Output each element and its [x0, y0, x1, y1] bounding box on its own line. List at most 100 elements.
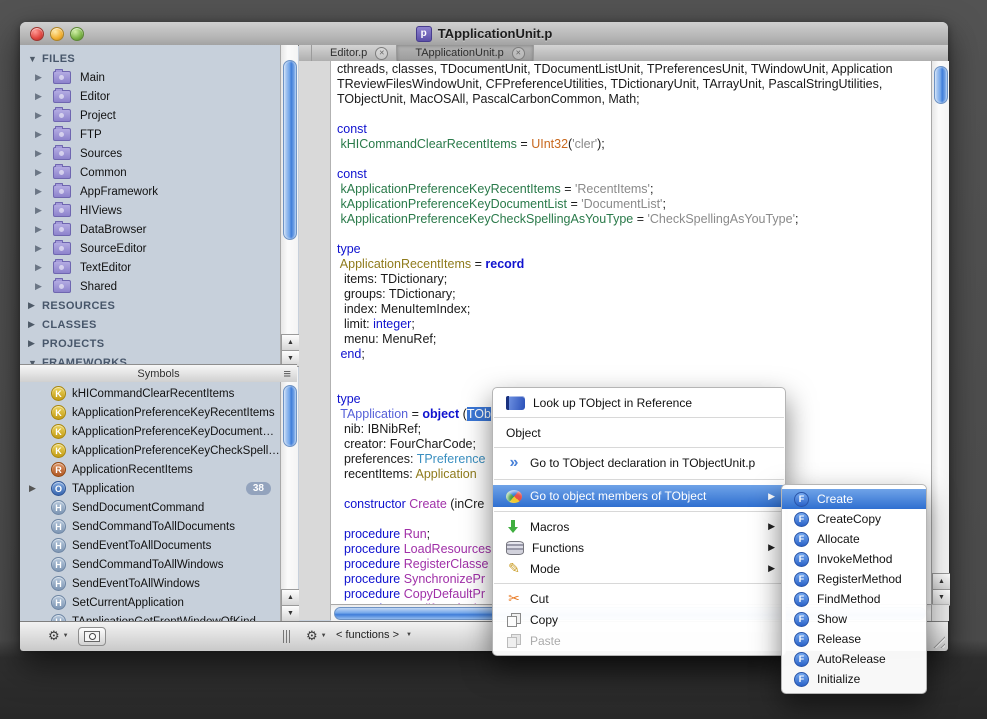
- expand-triangle-icon[interactable]: ▶: [35, 224, 47, 235]
- symbol-kind-h-icon: H: [51, 538, 66, 553]
- symbol-item-sendeventtoalldocuments[interactable]: HSendEventToAllDocuments: [20, 536, 297, 555]
- folder-icon: [53, 185, 71, 198]
- symbol-item-kapplicationpreferencekeyrecentitems[interactable]: KkApplicationPreferenceKeyRecentItems: [20, 403, 297, 422]
- symbol-item-sendcommandtoallwindows[interactable]: HSendCommandToAllWindows: [20, 555, 297, 574]
- expand-triangle-icon[interactable]: ▶: [35, 262, 47, 273]
- sidebar-section-classes[interactable]: ▶CLASSES: [20, 315, 278, 334]
- filter-window-button[interactable]: [78, 627, 106, 646]
- symbol-kind-k-icon: K: [51, 386, 66, 401]
- menu-item-macros[interactable]: Macros▶: [493, 516, 785, 537]
- sidebar-section-files[interactable]: ▼FILES: [20, 49, 278, 68]
- submenu-item-registermethod[interactable]: FRegisterMethod: [782, 569, 926, 589]
- file-item-appframework[interactable]: ▶AppFramework: [20, 182, 278, 201]
- menu-item-copy[interactable]: Copy: [493, 609, 785, 630]
- panel-menu-icon[interactable]: ≡: [283, 365, 291, 382]
- expand-triangle-icon[interactable]: ▶: [35, 110, 47, 121]
- code-line: TReviewFilesWindowUnit, CFPreferenceUtil…: [337, 77, 893, 92]
- sidebar-scrollbar-thumb[interactable]: [283, 60, 297, 240]
- editor-action-menu-button[interactable]: ▼: [306, 628, 327, 644]
- menu-item-functions[interactable]: Functions▶: [493, 537, 785, 558]
- submenu-item-findmethod[interactable]: FFindMethod: [782, 589, 926, 609]
- expand-triangle-icon[interactable]: ▶: [35, 148, 47, 159]
- file-item-editor[interactable]: ▶Editor: [20, 87, 278, 106]
- sidebar-scrollbar[interactable]: ▲ ▼: [280, 45, 298, 386]
- submenu-item-label: Show: [817, 612, 847, 626]
- symbol-item-sendeventtoallwindows[interactable]: HSendEventToAllWindows: [20, 574, 297, 593]
- file-item-texteditor[interactable]: ▶TextEditor: [20, 258, 278, 277]
- expand-triangle-icon[interactable]: ▶: [28, 300, 42, 311]
- expand-triangle-icon[interactable]: ▶: [35, 243, 47, 254]
- tab-close-icon[interactable]: ✕: [375, 47, 388, 60]
- menu-item-go-to-object-members-of-tobject[interactable]: Go to object members of TObject▶: [493, 485, 785, 507]
- symbol-item-kapplicationpreferencekeydocument[interactable]: KkApplicationPreferenceKeyDocument…: [20, 422, 297, 441]
- expand-triangle-icon[interactable]: ▶: [35, 129, 47, 140]
- symbols-scrollbar-thumb[interactable]: [283, 385, 297, 447]
- symbol-item-tapplication[interactable]: ▶OTApplication38: [20, 479, 297, 498]
- code-line: cthreads, classes, TDocumentUnit, TDocum…: [337, 62, 893, 77]
- menu-item-cut[interactable]: Cut: [493, 588, 785, 609]
- symbol-item-kapplicationpreferencekeycheckspell[interactable]: KkApplicationPreferenceKeyCheckSpell…: [20, 441, 297, 460]
- window-title: TApplicationUnit.p: [438, 26, 553, 41]
- sidebar-action-menu-button[interactable]: ▼: [48, 628, 69, 644]
- file-item-main[interactable]: ▶Main: [20, 68, 278, 87]
- submenu-item-create[interactable]: FCreate: [782, 489, 926, 509]
- expand-triangle-icon[interactable]: ▶: [35, 91, 47, 102]
- menu-item-mode[interactable]: Mode▶: [493, 558, 785, 579]
- expand-triangle-icon[interactable]: ▶: [35, 167, 47, 178]
- submenu-item-initialize[interactable]: FInitialize: [782, 669, 926, 689]
- file-item-hiviews[interactable]: ▶HIViews: [20, 201, 278, 220]
- symbol-item-khicommandclearrecentitems[interactable]: KkHICommandClearRecentItems: [20, 384, 297, 403]
- editor-scrollbar-thumb[interactable]: [934, 66, 948, 104]
- sidebar-scroll-up-button[interactable]: ▲: [281, 334, 299, 351]
- submenu-item-allocate[interactable]: FAllocate: [782, 529, 926, 549]
- submenu-item-createcopy[interactable]: FCreateCopy: [782, 509, 926, 529]
- file-item-ftp[interactable]: ▶FTP: [20, 125, 278, 144]
- functions-dropdown[interactable]: < functions > ▼: [336, 629, 412, 641]
- sidebar-section-projects[interactable]: ▶PROJECTS: [20, 334, 278, 353]
- expand-triangle-icon[interactable]: ▶: [35, 72, 47, 83]
- symbol-item-tapplicationgetfrontwindowofkind[interactable]: HTApplicationGetFrontWindowOfKind: [20, 612, 297, 621]
- file-item-label: DataBrowser: [80, 224, 146, 236]
- expand-triangle-icon[interactable]: ▶: [35, 205, 47, 216]
- file-item-project[interactable]: ▶Project: [20, 106, 278, 125]
- expand-triangle-icon[interactable]: ▶: [35, 281, 47, 292]
- file-item-shared[interactable]: ▶Shared: [20, 277, 278, 296]
- symbol-item-applicationrecentitems[interactable]: RApplicationRecentItems: [20, 460, 297, 479]
- submenu-item-release[interactable]: FRelease: [782, 629, 926, 649]
- tab-editor-p[interactable]: Editor.p✕: [312, 45, 397, 61]
- splitter-handle[interactable]: [278, 630, 294, 643]
- folder-icon: [53, 223, 71, 236]
- close-window-button[interactable]: [30, 27, 44, 41]
- menu-item-look-up-tobject-in-reference[interactable]: Look up TObject in Reference: [493, 392, 785, 413]
- symbols-scroll-up-button[interactable]: ▲: [281, 589, 299, 606]
- tab-tapplicationunit-p[interactable]: TApplicationUnit.p✕: [397, 45, 533, 61]
- symbol-item-sendcommandtoalldocuments[interactable]: HSendCommandToAllDocuments: [20, 517, 297, 536]
- editor-vertical-scrollbar[interactable]: ▲ ▼: [931, 61, 949, 620]
- expand-triangle-icon[interactable]: ▶: [28, 338, 42, 349]
- symbols-scroll-down-button[interactable]: ▼: [281, 605, 299, 622]
- symbols-panel-header[interactable]: Symbols ≡: [20, 364, 297, 383]
- expand-triangle-icon[interactable]: ▶: [28, 319, 42, 330]
- expand-triangle-icon[interactable]: ▶: [35, 186, 47, 197]
- resize-grip[interactable]: [930, 633, 945, 648]
- symbol-item-senddocumentcommand[interactable]: HSendDocumentCommand: [20, 498, 297, 517]
- menu-item-go-to-tobject-declaration-in-tobjectunit-p[interactable]: Go to TObject declaration in TObjectUnit…: [493, 452, 785, 473]
- file-item-databrowser[interactable]: ▶ DataBrowser: [20, 220, 278, 239]
- expand-triangle-icon[interactable]: ▶: [29, 483, 39, 494]
- submenu-item-show[interactable]: FShow: [782, 609, 926, 629]
- collapse-triangle-icon[interactable]: ▼: [28, 54, 42, 64]
- editor-scroll-up-button[interactable]: ▲: [932, 573, 950, 590]
- minimize-window-button[interactable]: [50, 27, 64, 41]
- tab-close-icon[interactable]: ✕: [512, 47, 525, 60]
- submenu-item-invokemethod[interactable]: FInvokeMethod: [782, 549, 926, 569]
- title-bar[interactable]: p TApplicationUnit.p: [20, 22, 948, 46]
- sidebar-section-resources[interactable]: ▶RESOURCES: [20, 296, 278, 315]
- code-line: [337, 362, 893, 377]
- submenu-item-autorelease[interactable]: FAutoRelease: [782, 649, 926, 669]
- symbols-scrollbar[interactable]: ▲ ▼: [280, 382, 298, 621]
- symbol-item-setcurrentapplication[interactable]: HSetCurrentApplication: [20, 593, 297, 612]
- file-item-sources[interactable]: ▶Sources: [20, 144, 278, 163]
- file-item-sourceeditor[interactable]: ▶SourceEditor: [20, 239, 278, 258]
- zoom-window-button[interactable]: [70, 27, 84, 41]
- file-item-common[interactable]: ▶Common: [20, 163, 278, 182]
